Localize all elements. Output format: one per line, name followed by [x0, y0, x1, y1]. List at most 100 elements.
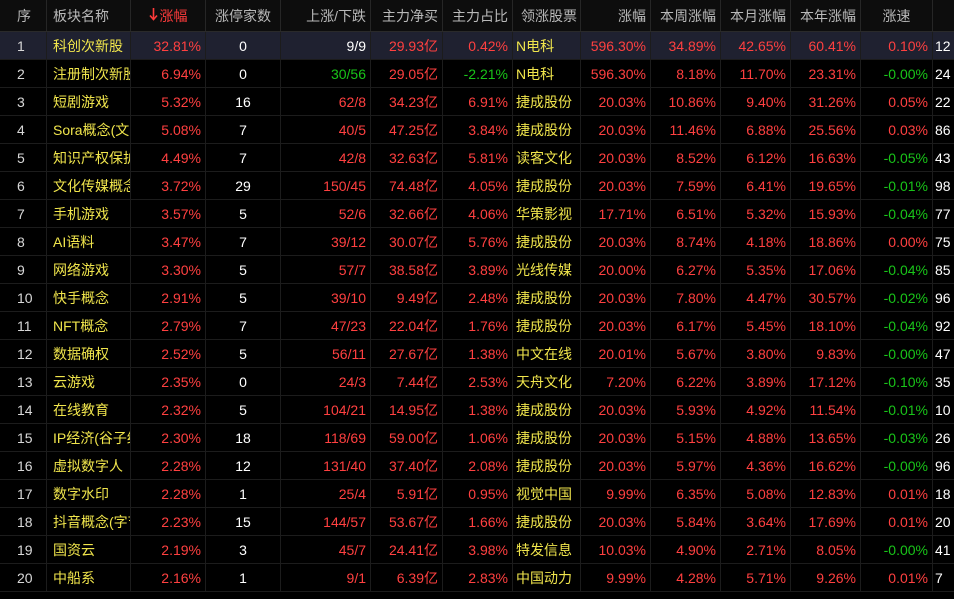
row-net-inflow: 37.40亿	[371, 452, 443, 479]
header-month-change[interactable]: 本月涨幅	[721, 0, 791, 31]
row-sector-name: 手机游戏	[47, 200, 131, 227]
row-extra: 24	[935, 65, 951, 82]
header-year-change[interactable]: 本年涨幅	[791, 0, 861, 31]
row-speed: -0.04%	[861, 200, 933, 227]
row-limit-up-count: 29	[206, 172, 281, 199]
header-limit-up-count[interactable]: 涨停家数	[206, 0, 281, 31]
row-leading-stock: 读客文化	[513, 144, 581, 171]
table-row[interactable]: 12 数据确权 2.52% 5 56/11 27.67亿 1.38% 中文在线 20.01% 5.…	[0, 340, 954, 368]
row-year-change: 15.93%	[791, 200, 861, 227]
row-up-down: 39/10	[281, 284, 371, 311]
row-change-pct: 3.72%	[131, 172, 206, 199]
row-week-change: 8.52%	[651, 144, 721, 171]
row-net-inflow: 27.67亿	[371, 340, 443, 367]
row-limit-up-count: 7	[206, 144, 281, 171]
row-main-ratio: 2.48%	[443, 284, 513, 311]
row-change-pct: 2.35%	[131, 368, 206, 395]
table-row[interactable]: 6 文化传媒概念 3.72% 29 150/45 74.48亿 4.05% 捷成股份 20.03…	[0, 172, 954, 200]
row-up-down: 56/11	[281, 340, 371, 367]
row-extra: 86	[935, 121, 951, 138]
row-net-inflow: 47.25亿	[371, 116, 443, 143]
row-speed: -0.00%	[861, 452, 933, 479]
row-month-change: 3.64%	[721, 508, 791, 535]
row-main-ratio: 4.06%	[443, 200, 513, 227]
row-week-change: 5.15%	[651, 424, 721, 451]
header-week-change[interactable]: 本周涨幅	[651, 0, 721, 31]
table-row[interactable]: 5 知识产权保护 4.49% 7 42/8 32.63亿 5.81% 读客文化 20.03% 8.…	[0, 144, 954, 172]
row-sector-name: 虚拟数字人	[47, 452, 131, 479]
row-month-change: 3.89%	[721, 368, 791, 395]
table-row[interactable]: 11 NFT概念 2.79% 7 47/23 22.04亿 1.76% 捷成股份 20.03% 6…	[0, 312, 954, 340]
header-net-inflow[interactable]: 主力净买	[371, 0, 443, 31]
row-main-ratio: 5.81%	[443, 144, 513, 171]
row-limit-up-count: 5	[206, 340, 281, 367]
row-net-inflow: 30.07亿	[371, 228, 443, 255]
table-row[interactable]: 7 手机游戏 3.57% 5 52/6 32.66亿 4.06% 华策影视 17.71% 6.51…	[0, 200, 954, 228]
header-seq[interactable]: 序	[0, 0, 47, 31]
header-up-down[interactable]: 上涨/下跌	[281, 0, 371, 31]
row-month-change: 2.71%	[721, 536, 791, 563]
row-week-change: 6.17%	[651, 312, 721, 339]
row-net-inflow: 32.63亿	[371, 144, 443, 171]
table-row[interactable]: 8 AI语料 3.47% 7 39/12 30.07亿 5.76% 捷成股份 20.03% 8.7…	[0, 228, 954, 256]
row-seq: 15	[0, 424, 47, 451]
row-leading-pct: 20.03%	[581, 172, 651, 199]
row-seq: 9	[0, 256, 47, 283]
table-row[interactable]: 14 在线教育 2.32% 5 104/21 14.95亿 1.38% 捷成股份 20.03% 5…	[0, 396, 954, 424]
row-seq: 4	[0, 116, 47, 143]
row-main-ratio: 0.95%	[443, 480, 513, 507]
header-sector-name[interactable]: 板块名称	[47, 0, 131, 31]
row-limit-up-count: 16	[206, 88, 281, 115]
row-speed: 0.03%	[861, 116, 933, 143]
row-month-change: 42.65%	[721, 32, 791, 59]
row-main-ratio: 3.89%	[443, 256, 513, 283]
row-extra: 96	[935, 457, 951, 474]
header-leading-pct[interactable]: 涨幅	[581, 0, 651, 31]
row-week-change: 6.27%	[651, 256, 721, 283]
table-row[interactable]: 19 国资云 2.19% 3 45/7 24.41亿 3.98% 特发信息 10.03% 4.90…	[0, 536, 954, 564]
row-leading-stock: 捷成股份	[513, 88, 581, 115]
row-leading-pct: 10.03%	[581, 536, 651, 563]
row-sector-name: Sora概念(文生视频)	[47, 116, 131, 143]
row-seq: 6	[0, 172, 47, 199]
row-extra: 10	[935, 401, 951, 418]
table-row[interactable]: 9 网络游戏 3.30% 5 57/7 38.58亿 3.89% 光线传媒 20.00% 6.27…	[0, 256, 954, 284]
row-up-down: 150/45	[281, 172, 371, 199]
row-year-change: 18.10%	[791, 312, 861, 339]
row-month-change: 4.88%	[721, 424, 791, 451]
table-row[interactable]: 16 虚拟数字人 2.28% 12 131/40 37.40亿 2.08% 捷成股份 20.03…	[0, 452, 954, 480]
table-row[interactable]: 20 中船系 2.16% 1 9/1 6.39亿 2.83% 中国动力 9.99% 4.28% 5.…	[0, 564, 954, 592]
row-main-ratio: 4.05%	[443, 172, 513, 199]
row-leading-stock: 捷成股份	[513, 312, 581, 339]
header-leading-stock[interactable]: 领涨股票	[513, 0, 581, 31]
row-up-down: 62/8	[281, 88, 371, 115]
row-main-ratio: 0.42%	[443, 32, 513, 59]
row-sector-name: 中船系	[47, 564, 131, 591]
header-speed[interactable]: 涨速	[861, 0, 933, 31]
table-row[interactable]: 17 数字水印 2.28% 1 25/4 5.91亿 0.95% 视觉中国 9.99% 6.35%…	[0, 480, 954, 508]
row-week-change: 8.18%	[651, 60, 721, 87]
table-row[interactable]: 15IP经济(谷子经济)2.30%18118/6959.00亿1.06%捷成股份…	[0, 424, 954, 452]
row-limit-up-count: 12	[206, 452, 281, 479]
row-speed: -0.04%	[861, 256, 933, 283]
row-leading-pct: 20.01%	[581, 340, 651, 367]
table-row[interactable]: 4Sora概念(文生视频)5.08%740/547.25亿3.84%捷成股份20…	[0, 116, 954, 144]
row-change-pct: 5.08%	[131, 116, 206, 143]
row-week-change: 4.90%	[651, 536, 721, 563]
header-change-pct[interactable]: 涨幅	[131, 0, 206, 31]
row-extra: 18	[935, 485, 951, 502]
table-row[interactable]: 3 短剧游戏 5.32% 16 62/8 34.23亿 6.91% 捷成股份 20.03% 10.…	[0, 88, 954, 116]
row-up-down: 104/21	[281, 396, 371, 423]
table-row[interactable]: 10 快手概念 2.91% 5 39/10 9.49亿 2.48% 捷成股份 20.03% 7.8…	[0, 284, 954, 312]
row-extra: 26	[935, 429, 951, 446]
row-up-down: 9/1	[281, 564, 371, 591]
table-row[interactable]: 2 注册制次新股 6.94% 0 30/56 29.05亿 -2.21% N电科 596.30%…	[0, 60, 954, 88]
row-leading-pct: 20.03%	[581, 312, 651, 339]
table-row[interactable]: 1 科创次新股 32.81% 0 9/9 29.93亿 0.42% N电科 596.30% 34.…	[0, 32, 954, 60]
row-up-down: 52/6	[281, 200, 371, 227]
table-row[interactable]: 13 云游戏 2.35% 0 24/3 7.44亿 2.53% 天舟文化 7.20% 6.22% 3…	[0, 368, 954, 396]
table-row[interactable]: 18抖音概念(字节概念)2.23%15144/5753.67亿1.66%捷成股份…	[0, 508, 954, 536]
row-year-change: 18.86%	[791, 228, 861, 255]
header-main-ratio[interactable]: 主力占比	[443, 0, 513, 31]
row-extra: 12	[935, 37, 951, 54]
